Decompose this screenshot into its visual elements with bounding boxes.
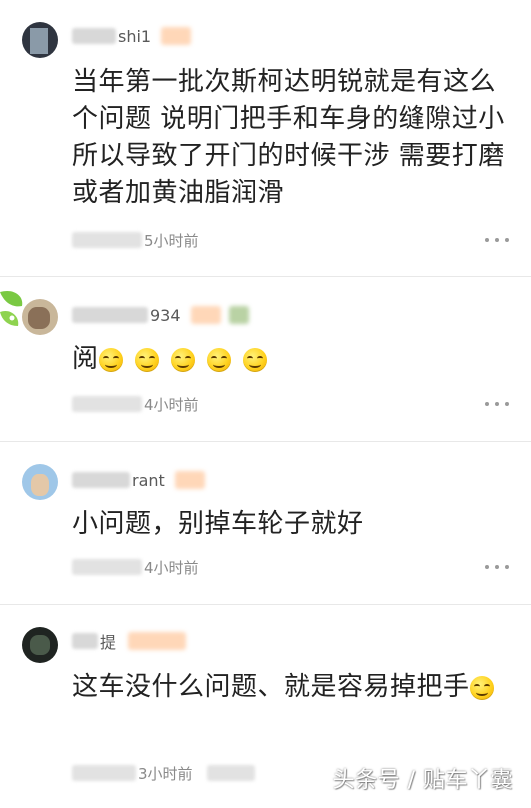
timestamp: 4小时前 [144,395,199,414]
username-text: 934 [150,305,181,325]
blurred-username [72,633,98,649]
avatar[interactable] [22,299,58,335]
comment-meta: 3小时前 [72,761,255,785]
level-badge [174,471,205,489]
comment-text: 这车没什么问题、就是容易掉把手 [72,669,512,706]
blurred-location [72,765,136,781]
grin-emoji-icon [469,675,494,700]
more-options-icon[interactable] [485,237,509,243]
comment-meta: 4小时前 [72,392,199,416]
grin-emoji-icon [170,347,195,372]
level-badge [161,27,192,45]
comment-item: shi1 当年第一批次斯柯达明锐就是有这么个问题 说明门把手和车身的缝隙过小 所… [0,0,531,276]
grin-emoji-icon [98,347,123,372]
timestamp: 5小时前 [144,231,199,250]
avatar[interactable] [22,22,58,58]
grin-emoji-icon [134,347,159,372]
comment-text-content: 这车没什么问题、就是容易掉把手 [72,672,470,702]
level-badge [190,306,221,324]
username-text: 提 [100,633,117,652]
comment-item: 934 阅 4小时前 [0,277,531,441]
avatar[interactable] [22,627,58,663]
blurred-username [72,307,148,323]
comment-meta: 4小时前 [72,555,199,579]
username-text: shi1 [118,26,152,46]
blurred-username [72,472,130,488]
username[interactable]: shi1 [72,24,192,48]
blurred-location [72,232,142,248]
more-options-icon[interactable] [485,564,509,570]
comment-text: 小问题，别掉车轮子就好 [72,509,364,539]
comment-text: 阅 [72,341,512,378]
blurred-reply-info [206,765,255,781]
username[interactable]: 提 [72,629,187,653]
level-badge [128,632,187,650]
grin-emoji-icon [206,347,231,372]
username[interactable]: rant [72,468,205,492]
blurred-location [72,396,142,412]
watermark: 头条号 / 贴车丫囊 [332,768,513,793]
username[interactable]: 934 [72,303,249,327]
comment-text: 当年第一批次斯柯达明锐就是有这么个问题 说明门把手和车身的缝隙过小 所以导致了开… [72,67,505,208]
timestamp: 4小时前 [144,558,199,577]
comment-text-content: 阅 [72,344,99,374]
blurred-location [72,559,142,575]
more-options-icon[interactable] [485,401,509,407]
comment-item: rant 小问题，别掉车轮子就好 4小时前 [0,442,531,604]
blurred-username [72,28,116,44]
timestamp: 3小时前 [138,764,193,783]
username-text: rant [132,470,165,490]
comment-meta: 5小时前 [72,228,199,252]
level-badge [228,306,249,324]
avatar[interactable] [22,464,58,500]
grin-emoji-icon [242,347,267,372]
